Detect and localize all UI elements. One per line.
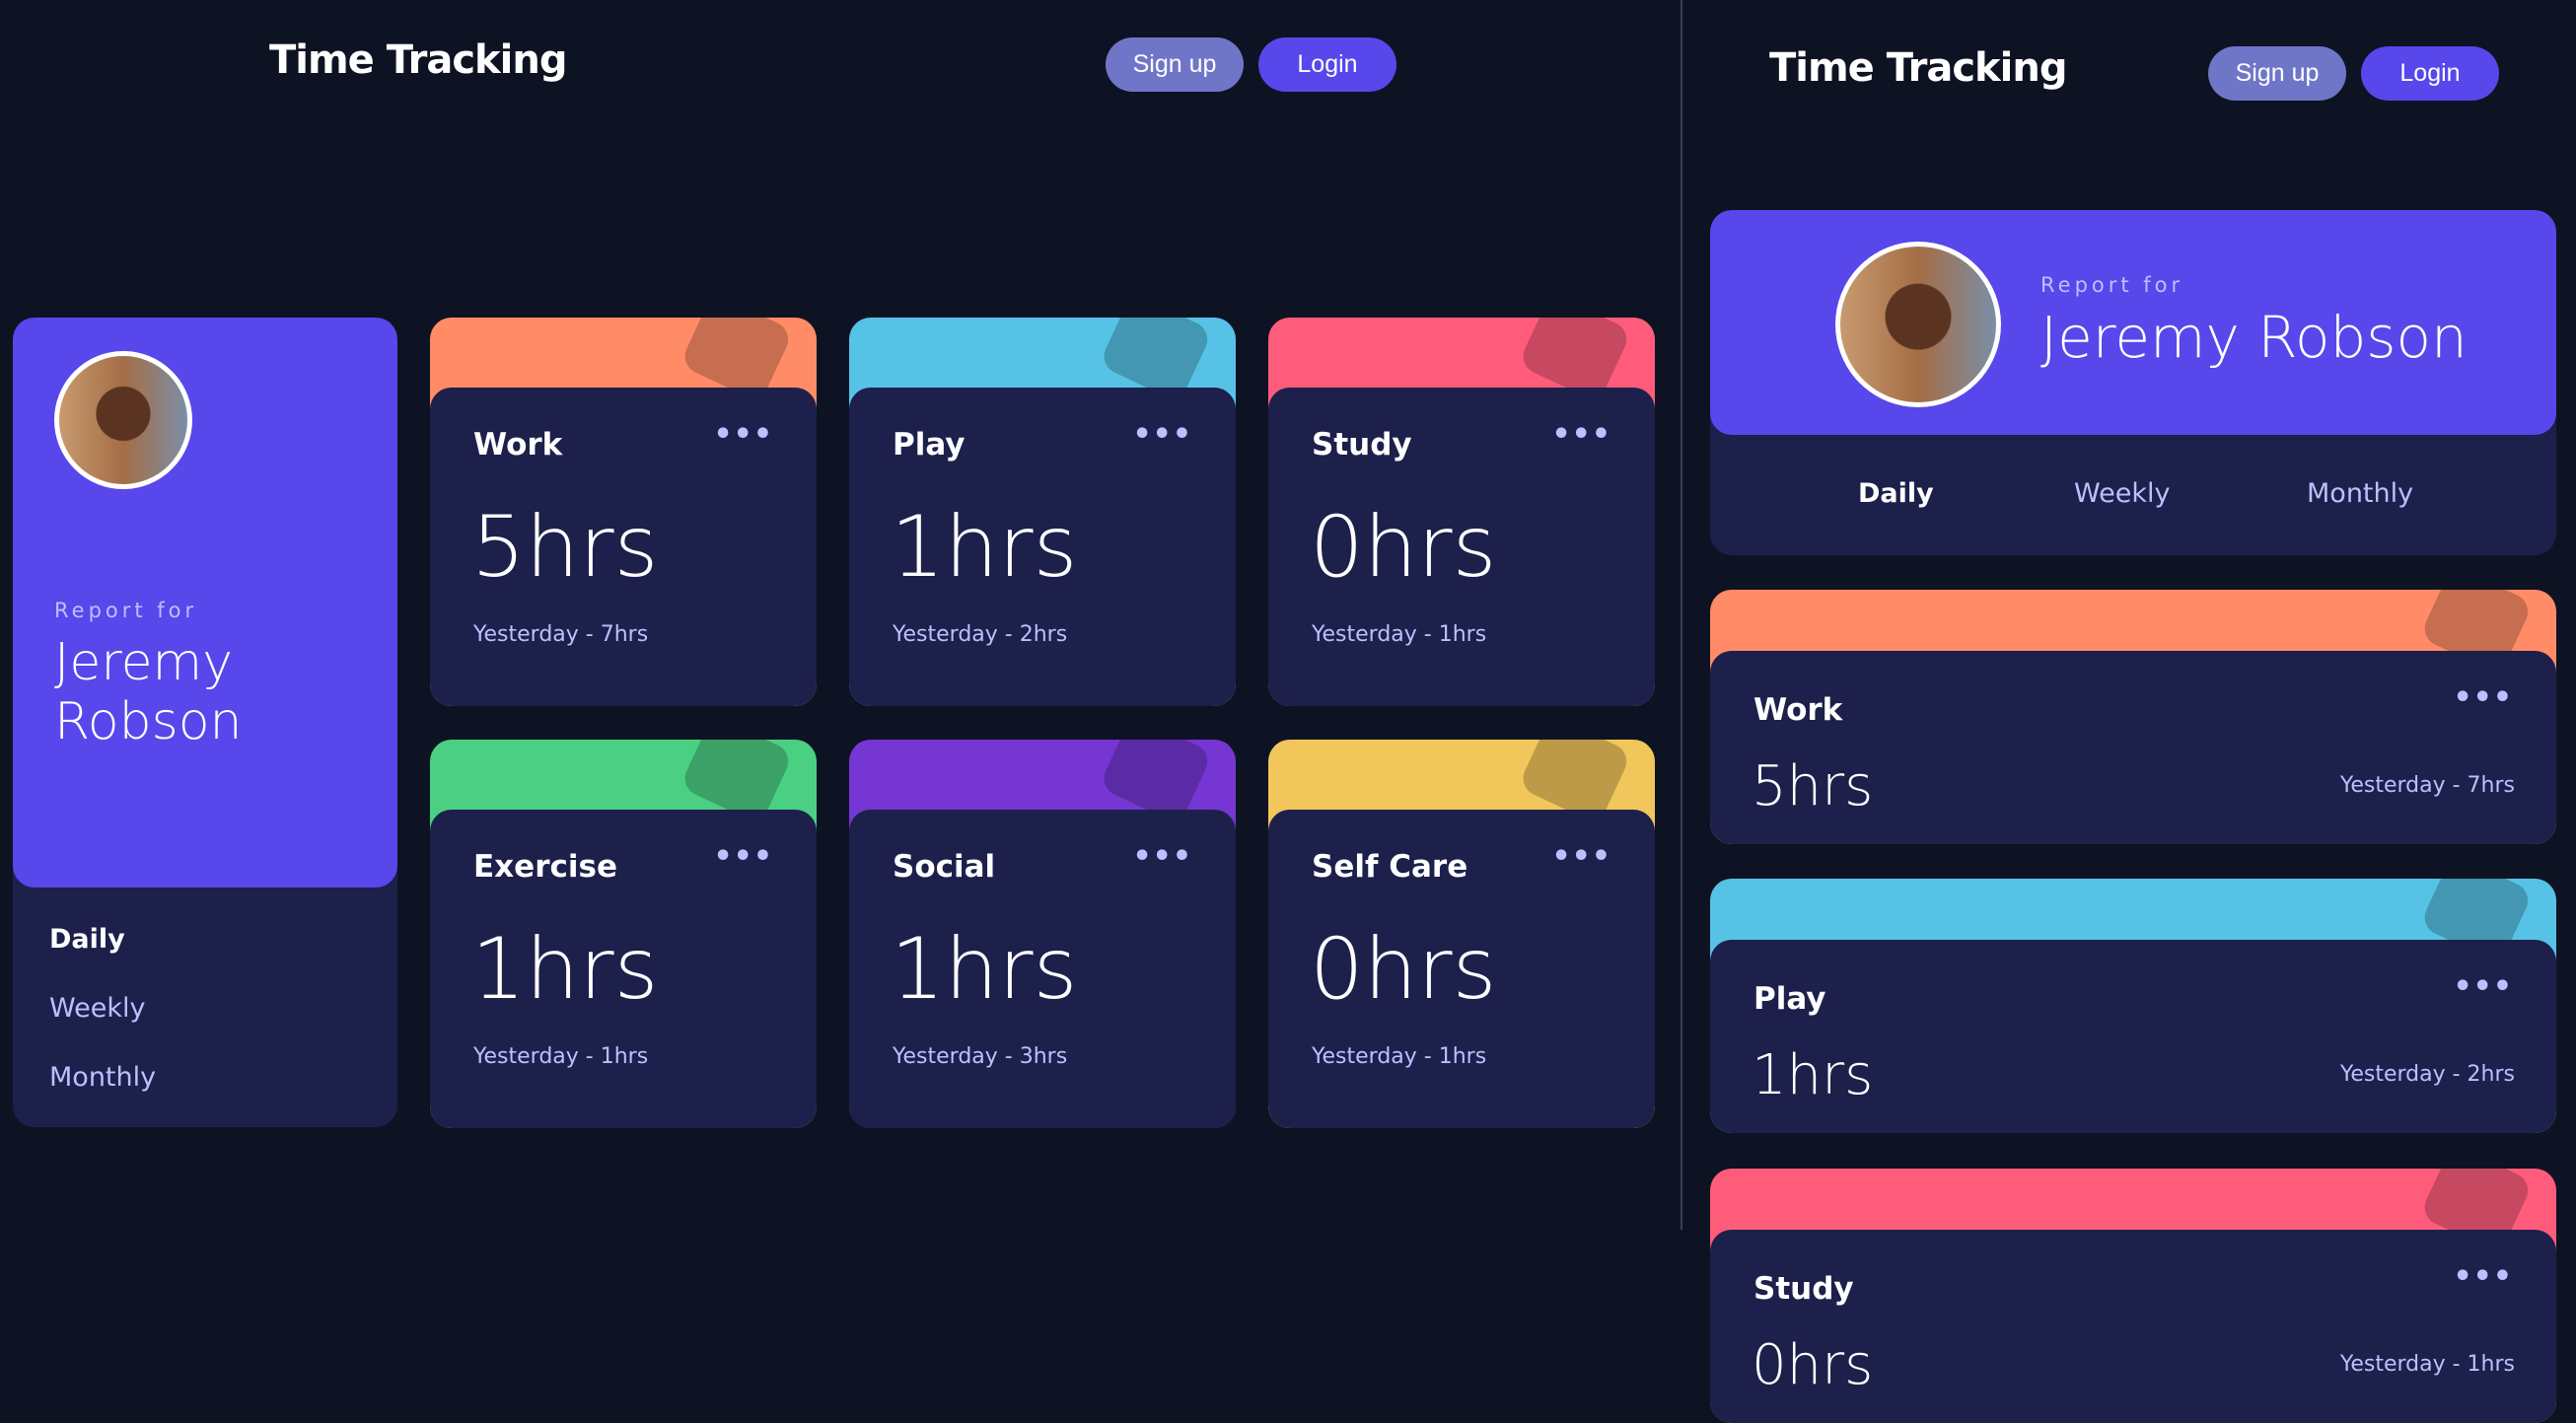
- card-title: Play: [1753, 981, 1826, 1017]
- tab-weekly[interactable]: Weekly: [49, 993, 145, 1024]
- activity-card-social[interactable]: Social ••• 1hrs Yesterday - 3hrs: [849, 740, 1236, 1128]
- current-hours: 5hrs: [471, 498, 659, 597]
- app-title: Time Tracking: [269, 37, 567, 83]
- previous-hours: Yesterday - 1hrs: [2339, 1352, 2515, 1377]
- current-hours: 1hrs: [891, 920, 1078, 1019]
- current-hours: 5hrs: [1752, 754, 1874, 818]
- card-title: Play: [893, 427, 966, 462]
- report-for-label-mobile: Report for: [2040, 273, 2184, 297]
- tab-monthly-mobile[interactable]: Monthly: [2307, 478, 2413, 509]
- card-title: Study: [1753, 1271, 1854, 1307]
- previous-hours: Yesterday - 1hrs: [1312, 622, 1487, 647]
- activity-card-exercise[interactable]: Exercise ••• 1hrs Yesterday - 1hrs: [430, 740, 817, 1128]
- profile-card-mobile: Report for Jeremy Robson Daily Weekly Mo…: [1710, 210, 2556, 555]
- tab-weekly-mobile[interactable]: Weekly: [2074, 478, 2170, 509]
- user-name-mobile: Jeremy Robson: [2040, 304, 2468, 371]
- more-options-icon[interactable]: •••: [2453, 969, 2513, 1004]
- card-body: Exercise ••• 1hrs Yesterday - 1hrs: [430, 810, 817, 1128]
- more-options-icon[interactable]: •••: [2453, 680, 2513, 715]
- current-hours: 0hrs: [1310, 498, 1497, 597]
- avatar: [54, 351, 192, 489]
- profile-header-mobile: Report for Jeremy Robson: [1710, 210, 2556, 435]
- previous-hours: Yesterday - 3hrs: [893, 1044, 1068, 1069]
- more-options-icon[interactable]: •••: [713, 839, 773, 874]
- activity-card-mobile-play[interactable]: Play ••• 1hrs Yesterday - 2hrs: [1710, 879, 2556, 1133]
- card-body: Play ••• 1hrs Yesterday - 2hrs: [1710, 940, 2556, 1133]
- card-body: Play ••• 1hrs Yesterday - 2hrs: [849, 388, 1236, 706]
- previous-hours: Yesterday - 1hrs: [473, 1044, 649, 1069]
- user-name-last: Robson: [54, 692, 243, 751]
- avatar-mobile: [1835, 242, 2001, 407]
- card-title: Study: [1312, 427, 1412, 462]
- login-button-mobile[interactable]: Login: [2361, 46, 2499, 101]
- card-body: Self Care ••• 0hrs Yesterday - 1hrs: [1268, 810, 1655, 1128]
- signup-button[interactable]: Sign up: [1106, 37, 1244, 92]
- more-options-icon[interactable]: •••: [1551, 839, 1611, 874]
- card-body: Work ••• 5hrs Yesterday - 7hrs: [430, 388, 817, 706]
- card-title: Social: [893, 849, 996, 885]
- current-hours: 0hrs: [1310, 920, 1497, 1019]
- current-hours: 1hrs: [891, 498, 1078, 597]
- current-hours: 0hrs: [1752, 1333, 1874, 1397]
- user-name-first: Jeremy: [54, 633, 233, 692]
- login-button[interactable]: Login: [1258, 37, 1396, 92]
- activity-card-play[interactable]: Play ••• 1hrs Yesterday - 2hrs: [849, 318, 1236, 706]
- card-title: Work: [1753, 692, 1843, 728]
- tab-daily[interactable]: Daily: [49, 924, 125, 955]
- report-for-label: Report for: [54, 599, 198, 622]
- previous-hours: Yesterday - 7hrs: [2339, 773, 2515, 798]
- tab-daily-mobile[interactable]: Daily: [1858, 478, 1934, 509]
- card-body: Work ••• 5hrs Yesterday - 7hrs: [1710, 651, 2556, 844]
- more-options-icon[interactable]: •••: [2453, 1259, 2513, 1294]
- activity-card-mobile-study[interactable]: Study ••• 0hrs Yesterday - 1hrs: [1710, 1169, 2556, 1423]
- card-title: Work: [473, 427, 563, 462]
- signup-button-mobile[interactable]: Sign up: [2208, 46, 2346, 101]
- card-body: Study ••• 0hrs Yesterday - 1hrs: [1710, 1230, 2556, 1423]
- tab-monthly[interactable]: Monthly: [49, 1062, 156, 1093]
- more-options-icon[interactable]: •••: [1551, 417, 1611, 452]
- previous-hours: Yesterday - 2hrs: [893, 622, 1068, 647]
- pane-divider: [1681, 0, 1682, 1230]
- card-body: Social ••• 1hrs Yesterday - 3hrs: [849, 810, 1236, 1128]
- profile-card: Report for Jeremy Robson Daily Weekly Mo…: [13, 318, 397, 1127]
- activity-card-self-care[interactable]: Self Care ••• 0hrs Yesterday - 1hrs: [1268, 740, 1655, 1128]
- profile-header: Report for Jeremy Robson: [13, 318, 397, 888]
- current-hours: 1hrs: [471, 920, 659, 1019]
- app-title-mobile: Time Tracking: [1769, 45, 2067, 91]
- more-options-icon[interactable]: •••: [1132, 839, 1192, 874]
- card-body: Study ••• 0hrs Yesterday - 1hrs: [1268, 388, 1655, 706]
- more-options-icon[interactable]: •••: [1132, 417, 1192, 452]
- activity-card-study[interactable]: Study ••• 0hrs Yesterday - 1hrs: [1268, 318, 1655, 706]
- current-hours: 1hrs: [1752, 1043, 1874, 1107]
- previous-hours: Yesterday - 1hrs: [1312, 1044, 1487, 1069]
- previous-hours: Yesterday - 7hrs: [473, 622, 649, 647]
- more-options-icon[interactable]: •••: [713, 417, 773, 452]
- previous-hours: Yesterday - 2hrs: [2339, 1062, 2515, 1087]
- card-title: Exercise: [473, 849, 617, 885]
- card-title: Self Care: [1312, 849, 1468, 885]
- activity-card-work[interactable]: Work ••• 5hrs Yesterday - 7hrs: [430, 318, 817, 706]
- activity-card-mobile-work[interactable]: Work ••• 5hrs Yesterday - 7hrs: [1710, 590, 2556, 844]
